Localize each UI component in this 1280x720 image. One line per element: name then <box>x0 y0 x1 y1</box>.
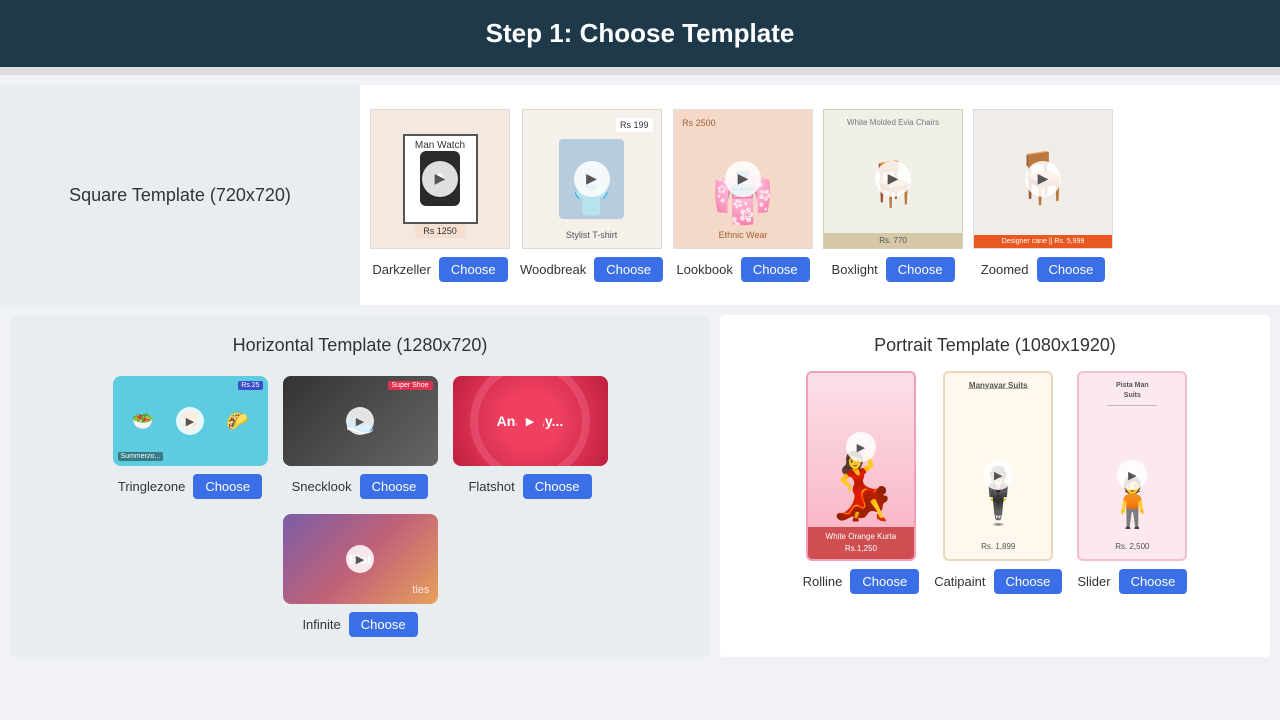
flatshot-name-row: Flatshot Choose <box>453 474 608 499</box>
template-thumb-slider[interactable]: Pista ManSuits 🧍 Rs. 2,500 ▶ <box>1077 371 1187 561</box>
horizontal-template-section: Horizontal Template (1280x720) 🥗 🍔 🌮 Sum… <box>10 315 710 657</box>
infinite-play[interactable]: ▶ <box>346 545 374 573</box>
choose-flatshot-btn[interactable]: Choose <box>523 474 592 499</box>
darkzeller-label: Darkzeller <box>372 262 431 277</box>
flatshot-play[interactable]: ▶ <box>516 407 544 435</box>
template-thumb-flatshot[interactable]: Anarchy... ▶ <box>453 376 608 466</box>
slider-label: Slider <box>1077 574 1110 589</box>
square-templates-row: Man Watch ⌚ Rs 1250 ▶ Darkzeller Choose … <box>360 85 1280 305</box>
template-item-infinite: Flat ties ▶ Infinite Choose <box>283 514 438 637</box>
slider-name-row: Slider Choose <box>1077 569 1187 594</box>
template-thumb-darkzeller[interactable]: Man Watch ⌚ Rs 1250 ▶ <box>370 109 510 249</box>
square-template-section: Square Template (720x720) Man Watch ⌚ Rs… <box>0 85 1280 305</box>
woodbreak-price-top: Rs 199 <box>616 118 653 132</box>
template-item-catipaint: Manyavar Suits 🕴️ Rs. 1,899 ▶ Catipaint … <box>934 371 1062 594</box>
template-item-darkzeller: Man Watch ⌚ Rs 1250 ▶ Darkzeller Choose <box>370 109 510 282</box>
choose-zoomed-btn[interactable]: Choose <box>1037 257 1106 282</box>
snecklook-name-row: Snecklook Choose <box>283 474 438 499</box>
template-thumb-rolline[interactable]: 💃 White Orange KurtaRs.1,250 ▶ <box>806 371 916 561</box>
catipaint-label: Catipaint <box>934 574 985 589</box>
woodbreak-play[interactable]: ▶ <box>574 161 610 197</box>
infinite-label: Infinite <box>302 617 340 632</box>
template-item-rolline: 💃 White Orange KurtaRs.1,250 ▶ Rolline C… <box>803 371 920 594</box>
lookbook-label: Lookbook <box>676 262 732 277</box>
template-item-snecklook: 👟 Super Shoe ▶ Snecklook Choose <box>283 376 438 499</box>
horizontal-templates-row: 🥗 🍔 🌮 Summerzo... Rs.25 ▶ Tringlezone Ch… <box>30 376 690 637</box>
page-header: Step 1: Choose Template <box>0 0 1280 67</box>
template-item-tringlezone: 🥗 🍔 🌮 Summerzo... Rs.25 ▶ Tringlezone Ch… <box>113 376 268 499</box>
page-title: Step 1: Choose Template <box>486 18 795 48</box>
template-item-slider: Pista ManSuits 🧍 Rs. 2,500 ▶ Slider Choo… <box>1077 371 1187 594</box>
template-thumb-zoomed[interactable]: 🪑 Designer cane || Rs. 5,999 ▶ <box>973 109 1113 249</box>
woodbreak-label: Woodbreak <box>520 262 586 277</box>
template-thumb-catipaint[interactable]: Manyavar Suits 🕴️ Rs. 1,899 ▶ <box>943 371 1053 561</box>
choose-infinite-btn[interactable]: Choose <box>349 612 418 637</box>
infinite-name-row: Infinite Choose <box>283 612 438 637</box>
bottom-sections: Horizontal Template (1280x720) 🥗 🍔 🌮 Sum… <box>0 315 1280 667</box>
portrait-template-section: Portrait Template (1080x1920) 💃 White Or… <box>720 315 1270 657</box>
template-thumb-infinite[interactable]: Flat ties ▶ <box>283 514 438 604</box>
snecklook-play[interactable]: ▶ <box>346 407 374 435</box>
portrait-templates-row: 💃 White Orange KurtaRs.1,250 ▶ Rolline C… <box>740 371 1250 594</box>
tringlezone-play[interactable]: ▶ <box>176 407 204 435</box>
darkzeller-name-row: Darkzeller Choose <box>370 257 510 282</box>
darkzeller-price: Rs 1250 <box>415 224 465 238</box>
template-item-woodbreak: Rs 199 👕 Stylist T-shirt ▶ Woodbreak Cho… <box>520 109 663 282</box>
template-item-boxlight: White Molded Evia Chairs 🪑 Rs. 770 ▶ Box… <box>823 109 963 282</box>
choose-boxlight-btn[interactable]: Choose <box>886 257 955 282</box>
header-divider <box>0 67 1280 75</box>
tringlezone-label: Tringlezone <box>118 479 185 494</box>
template-item-zoomed: 🪑 Designer cane || Rs. 5,999 ▶ Zoomed Ch… <box>973 109 1113 282</box>
zoomed-label: Zoomed <box>981 262 1029 277</box>
darkzeller-play[interactable]: ▶ <box>422 161 458 197</box>
zoomed-play[interactable]: ▶ <box>1025 161 1061 197</box>
lookbook-play[interactable]: ▶ <box>725 161 761 197</box>
boxlight-play[interactable]: ▶ <box>875 161 911 197</box>
template-item-lookbook: Rs 2500 👘 Ethnic Wear ▶ Lookbook Choose <box>673 109 813 282</box>
woodbreak-name-row: Woodbreak Choose <box>520 257 663 282</box>
template-thumb-woodbreak[interactable]: Rs 199 👕 Stylist T-shirt ▶ <box>522 109 662 249</box>
rolline-name-row: Rolline Choose <box>803 569 920 594</box>
choose-lookbook-btn[interactable]: Choose <box>741 257 810 282</box>
catipaint-name-row: Catipaint Choose <box>934 569 1062 594</box>
rolline-play[interactable]: ▶ <box>846 432 876 462</box>
template-thumb-tringlezone[interactable]: 🥗 🍔 🌮 Summerzo... Rs.25 ▶ <box>113 376 268 466</box>
square-section-label: Square Template (720x720) <box>0 85 360 305</box>
boxlight-name-row: Boxlight Choose <box>823 257 963 282</box>
portrait-section-label: Portrait Template (1080x1920) <box>740 335 1250 356</box>
slider-play[interactable]: ▶ <box>1117 460 1147 490</box>
template-item-flatshot: Anarchy... ▶ Flatshot Choose <box>453 376 608 499</box>
flatshot-label: Flatshot <box>468 479 514 494</box>
template-thumb-lookbook[interactable]: Rs 2500 👘 Ethnic Wear ▶ <box>673 109 813 249</box>
choose-woodbreak-btn[interactable]: Choose <box>594 257 663 282</box>
catipaint-play[interactable]: ▶ <box>983 460 1013 490</box>
choose-catipaint-btn[interactable]: Choose <box>994 569 1063 594</box>
choose-rolline-btn[interactable]: Choose <box>850 569 919 594</box>
snecklook-label: Snecklook <box>292 479 352 494</box>
boxlight-label: Boxlight <box>832 262 878 277</box>
horizontal-section-label: Horizontal Template (1280x720) <box>30 335 690 356</box>
rolline-label: Rolline <box>803 574 843 589</box>
choose-slider-btn[interactable]: Choose <box>1119 569 1188 594</box>
choose-tringlezone-btn[interactable]: Choose <box>193 474 262 499</box>
tringlezone-name-row: Tringlezone Choose <box>113 474 268 499</box>
lookbook-name-row: Lookbook Choose <box>673 257 813 282</box>
choose-darkzeller-btn[interactable]: Choose <box>439 257 508 282</box>
choose-snecklook-btn[interactable]: Choose <box>360 474 429 499</box>
template-thumb-boxlight[interactable]: White Molded Evia Chairs 🪑 Rs. 770 ▶ <box>823 109 963 249</box>
zoomed-name-row: Zoomed Choose <box>973 257 1113 282</box>
main-content: Square Template (720x720) Man Watch ⌚ Rs… <box>0 75 1280 677</box>
template-thumb-snecklook[interactable]: 👟 Super Shoe ▶ <box>283 376 438 466</box>
